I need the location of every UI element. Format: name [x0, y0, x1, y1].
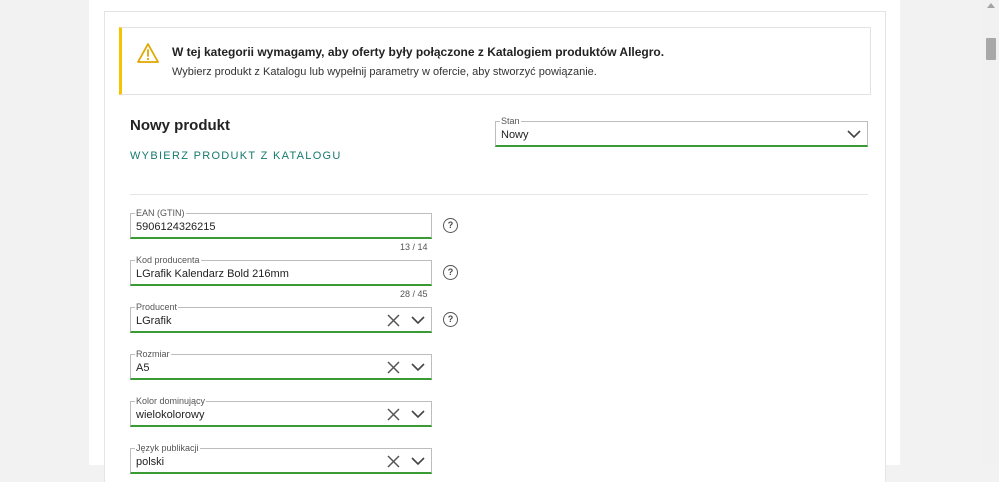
ean-char-counter: 13 / 14	[400, 242, 428, 252]
producer-code-field[interactable]: Kod producenta LGrafik Kalendarz Bold 21…	[130, 254, 432, 286]
product-card: W tej kategorii wymagamy, aby oferty był…	[104, 11, 886, 482]
condition-label: Stan	[500, 115, 521, 127]
ean-label: EAN (GTIN)	[135, 207, 186, 219]
producer-select[interactable]: Producent LGrafik	[130, 301, 432, 333]
warning-icon	[137, 43, 159, 63]
scroll-up-arrow-icon[interactable]	[987, 3, 995, 8]
chevron-down-icon[interactable]	[411, 361, 425, 373]
clear-icon[interactable]	[387, 314, 400, 327]
ean-value: 5906124326215	[136, 221, 216, 233]
producer-code-char-counter: 28 / 45	[400, 289, 428, 299]
size-label: Rozmiar	[135, 348, 171, 360]
producer-code-value: LGrafik Kalendarz Bold 216mm	[136, 268, 289, 280]
producer-help-icon[interactable]: ?	[443, 312, 458, 327]
clear-icon[interactable]	[387, 408, 400, 421]
page-content: W tej kategorii wymagamy, aby oferty był…	[89, 0, 900, 482]
publication-language-label: Język publikacji	[135, 442, 200, 454]
clear-icon[interactable]	[387, 455, 400, 468]
alert-title: W tej kategorii wymagamy, aby oferty był…	[172, 45, 665, 59]
select-from-catalog-link[interactable]: WYBIERZ PRODUKT Z KATALOGU	[130, 150, 342, 162]
size-value: A5	[136, 362, 150, 374]
scrollbar-thumb[interactable]	[986, 38, 996, 60]
condition-value: Nowy	[501, 129, 529, 141]
chevron-down-icon[interactable]	[411, 455, 425, 467]
ean-field[interactable]: EAN (GTIN) 5906124326215	[130, 207, 432, 239]
producer-code-help-icon[interactable]: ?	[443, 265, 458, 280]
dominant-color-label: Kolor dominujący	[135, 395, 207, 407]
producer-label: Producent	[135, 301, 179, 313]
publication-language-select[interactable]: Język publikacji polski	[130, 442, 432, 474]
chevron-down-icon[interactable]	[847, 128, 861, 140]
chevron-down-icon[interactable]	[411, 408, 425, 420]
alert-description: Wybierz produkt z Katalogu lub wypełnij …	[172, 66, 597, 78]
dominant-color-select[interactable]: Kolor dominujący wielokolorowy	[130, 395, 432, 427]
chevron-down-icon[interactable]	[411, 314, 425, 326]
size-select[interactable]: Rozmiar A5	[130, 348, 432, 380]
clear-icon[interactable]	[387, 361, 400, 374]
dominant-color-value: wielokolorowy	[136, 409, 205, 421]
catalog-requirement-alert: W tej kategorii wymagamy, aby oferty był…	[119, 27, 871, 95]
producer-code-label: Kod producenta	[135, 254, 201, 266]
producer-value: LGrafik	[136, 315, 172, 327]
condition-select[interactable]: Stan Nowy	[495, 115, 868, 147]
ean-help-icon[interactable]: ?	[443, 218, 458, 233]
section-divider	[130, 194, 868, 195]
page-scrollbar[interactable]	[982, 0, 999, 465]
publication-language-value: polski	[136, 456, 165, 468]
page-title: Nowy produkt	[130, 117, 230, 134]
